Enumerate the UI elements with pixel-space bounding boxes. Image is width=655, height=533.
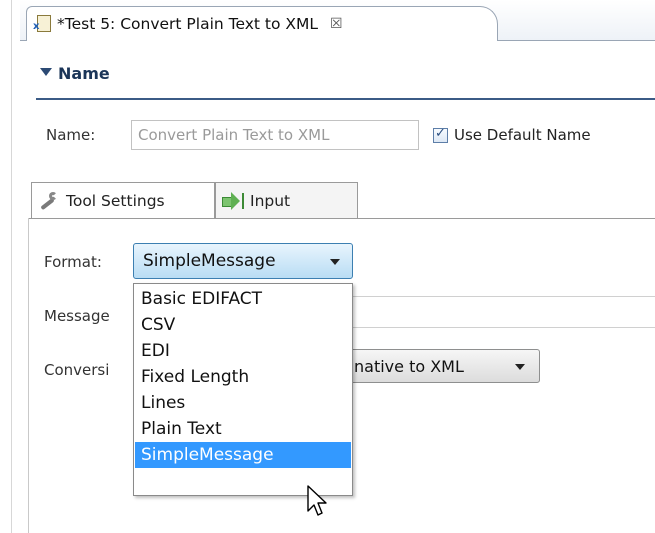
tab-tool-settings-label: Tool Settings (66, 191, 165, 210)
dropdown-option-selected[interactable]: SimpleMessage (135, 442, 351, 468)
message-label: Message (44, 307, 110, 325)
content-border (28, 218, 29, 533)
dropdown-option[interactable]: EDI (135, 338, 351, 364)
chevron-down-icon[interactable] (330, 259, 340, 265)
tab-input-label: Input (250, 191, 291, 210)
editor-tab-bar: x *Test 5: Convert Plain Text to XML ☒ (20, 0, 655, 41)
close-icon[interactable]: ☒ (330, 16, 343, 32)
mouse-cursor-icon (307, 485, 327, 516)
editor-tab[interactable]: x *Test 5: Convert Plain Text to XML ☒ (26, 6, 498, 41)
tab-input[interactable]: Input (215, 182, 358, 218)
outer-divider (11, 0, 12, 533)
chevron-down-icon[interactable] (515, 364, 525, 370)
dropdown-option[interactable]: CSV (135, 312, 351, 338)
wrench-icon (38, 191, 60, 211)
use-default-name-label[interactable]: Use Default Name (454, 126, 591, 144)
name-section-header[interactable]: Name (36, 58, 655, 100)
format-selected-value: SimpleMessage (143, 251, 276, 271)
name-label: Name: (46, 126, 96, 144)
conversion-label: Conversi (44, 361, 110, 379)
checkmark-icon: ✓ (435, 126, 446, 141)
dropdown-option[interactable]: Basic EDIFACT (135, 286, 351, 312)
format-dropdown-list: Basic EDIFACT CSV EDI Fixed Length Lines… (133, 283, 353, 496)
name-field[interactable] (131, 120, 419, 150)
collapse-arrow-icon[interactable] (40, 68, 52, 76)
tab-tool-settings[interactable]: Tool Settings (31, 182, 215, 218)
conversion-select[interactable]: native to XML (350, 349, 540, 383)
dropdown-option[interactable]: Plain Text (135, 416, 351, 442)
settings-tab-bar: Tool Settings Input (28, 182, 655, 219)
conversion-selected-value: native to XML (354, 357, 464, 376)
dropdown-option[interactable]: Fixed Length (135, 364, 351, 390)
dropdown-option[interactable]: Lines (135, 390, 351, 416)
use-default-name-checkbox[interactable]: ✓ (433, 126, 448, 143)
input-arrow-icon (222, 191, 244, 210)
xml-file-icon: x (33, 15, 51, 33)
editor-tab-title: *Test 5: Convert Plain Text to XML (57, 15, 319, 33)
message-field[interactable] (352, 296, 655, 328)
section-title: Name (58, 64, 110, 83)
format-select[interactable]: SimpleMessage (133, 243, 353, 279)
format-label: Format: (44, 253, 102, 271)
